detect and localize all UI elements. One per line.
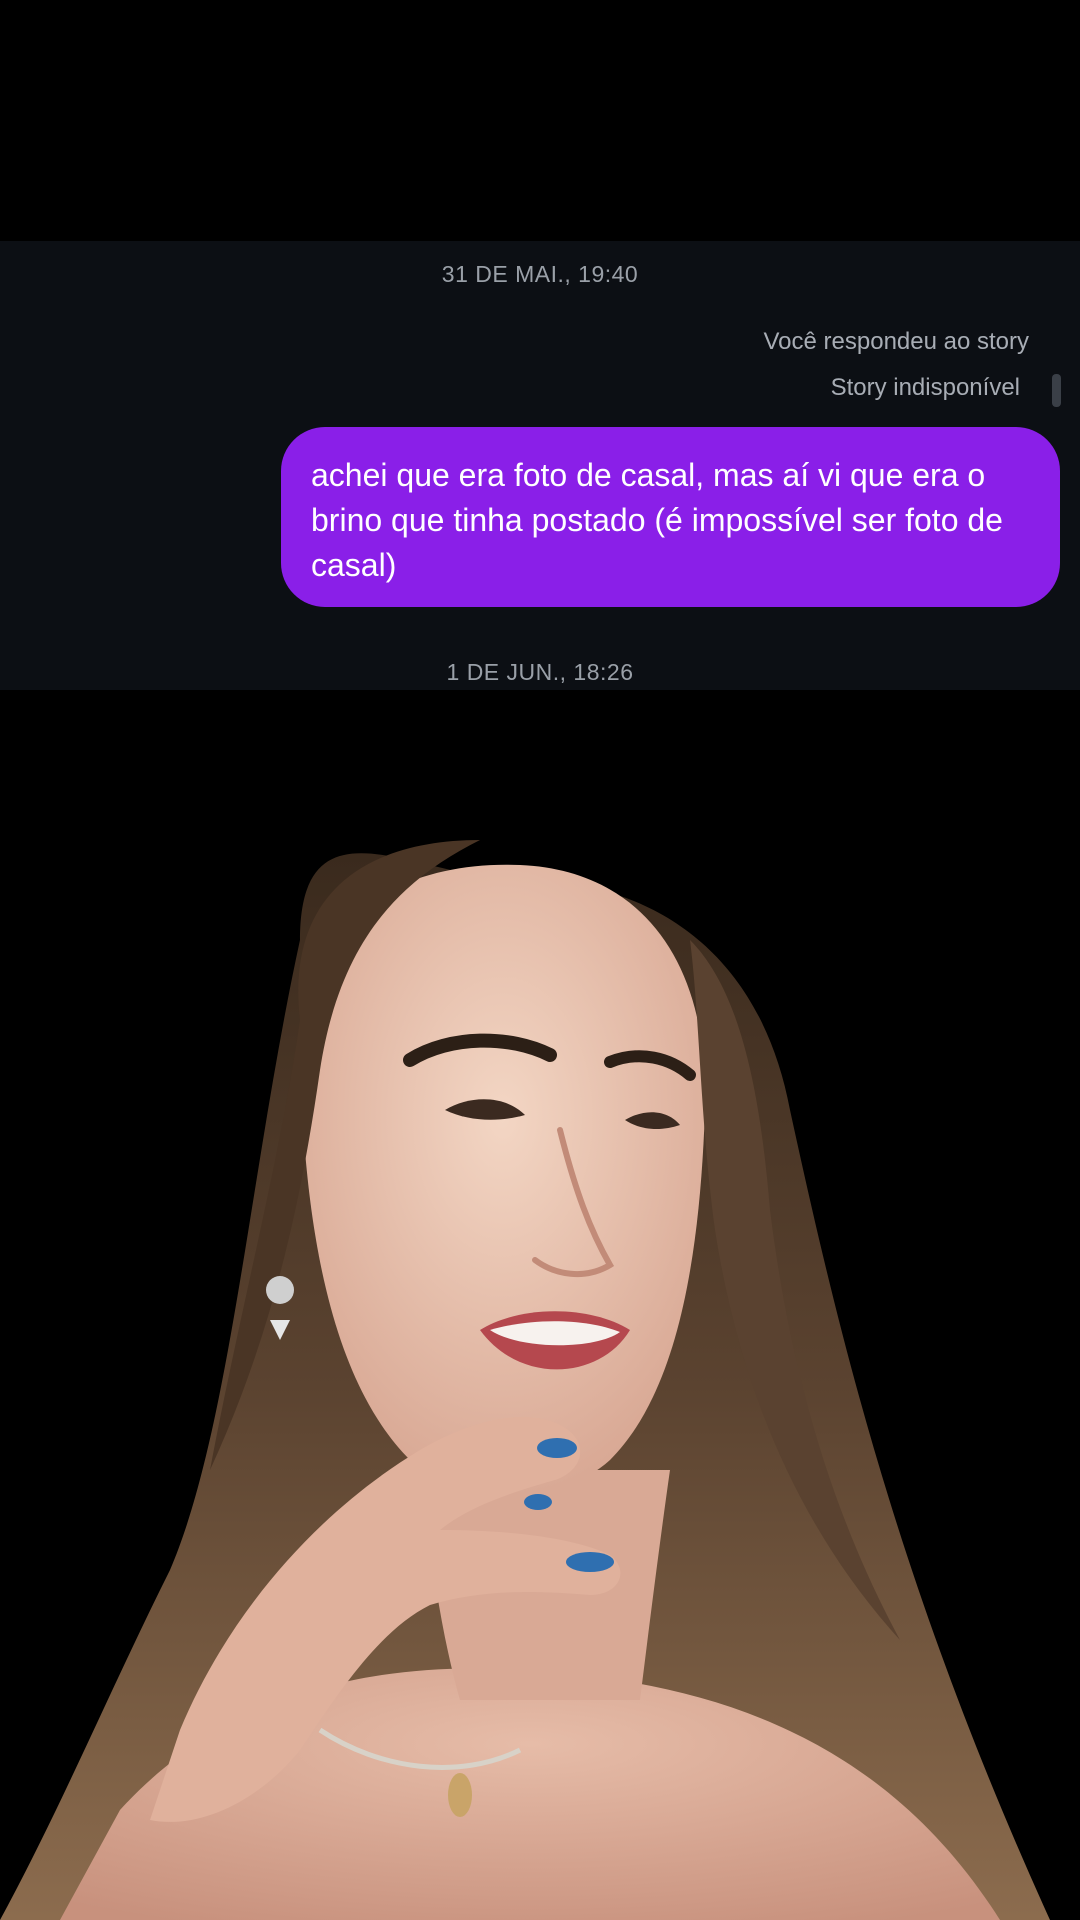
person-photo-icon <box>0 840 1050 1920</box>
person-photo <box>0 690 1080 1920</box>
message-timestamp-top: 31 DE MAI., 19:40 <box>441 261 639 287</box>
story-reply-label: Você respondeu ao story <box>763 328 1029 355</box>
story-preview-bar <box>1052 374 1061 407</box>
message-timestamp-bottom: 1 DE JUN., 18:26 <box>446 659 634 685</box>
top-black-area <box>0 0 1080 241</box>
story-unavailable-label[interactable]: Story indisponível <box>831 374 1020 402</box>
sent-message-bubble[interactable]: achei que era foto de casal, mas aí vi q… <box>281 427 1060 607</box>
chat-screenshot-panel: 31 DE MAI., 19:40 Você respondeu ao stor… <box>0 241 1080 690</box>
